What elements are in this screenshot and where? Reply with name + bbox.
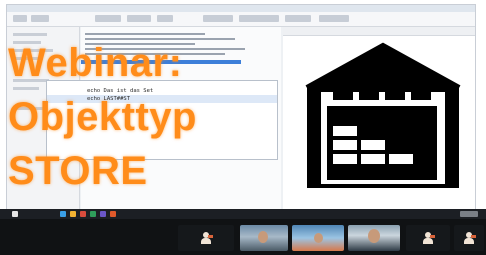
participant-video[interactable] <box>348 225 400 251</box>
toolbar-button <box>203 15 233 22</box>
participant-tile[interactable] <box>178 225 234 251</box>
title-line-3: STORE <box>8 149 148 193</box>
toolbar-button <box>13 15 27 22</box>
participant-face <box>368 229 380 243</box>
overlay-title: Webinar: Objekttyp STORE <box>8 36 197 198</box>
participant-tile[interactable] <box>406 225 450 251</box>
toolbar-button <box>239 15 279 22</box>
participant-video[interactable] <box>240 225 288 251</box>
code-line <box>85 33 205 35</box>
folder-icon[interactable] <box>70 211 76 217</box>
toolbar-button <box>31 15 49 22</box>
toolbar-button <box>127 15 151 22</box>
toolbar-button <box>157 15 173 22</box>
participant-tile[interactable] <box>454 225 484 251</box>
toolbar-button <box>319 15 349 22</box>
taskbar <box>0 209 486 219</box>
start-icon[interactable] <box>12 211 18 217</box>
app-icon[interactable] <box>110 211 116 217</box>
ide-titlebar <box>7 5 475 12</box>
title-line-2: Objekttyp <box>8 95 197 139</box>
avatar-icon <box>464 232 476 244</box>
participant-video[interactable] <box>292 225 344 251</box>
toolbar-button <box>95 15 121 22</box>
ide-tab-strip <box>283 27 475 36</box>
app-icon[interactable] <box>60 211 66 217</box>
avatar-icon <box>423 232 435 244</box>
participant-face <box>314 233 323 243</box>
title-line-1: Webinar: <box>8 41 183 85</box>
video-frame: echo Das ist das Set echo LAST##ST Webin… <box>0 0 486 255</box>
toolbar-button <box>285 15 311 22</box>
participant-face <box>258 231 268 243</box>
warehouse-icon <box>305 42 461 188</box>
app-icon[interactable] <box>90 211 96 217</box>
app-icon[interactable] <box>80 211 86 217</box>
participants-bar <box>0 219 486 255</box>
avatar-icon <box>201 232 213 244</box>
ide-toolbar <box>7 12 475 27</box>
system-tray[interactable] <box>460 211 478 217</box>
app-icon[interactable] <box>100 211 106 217</box>
